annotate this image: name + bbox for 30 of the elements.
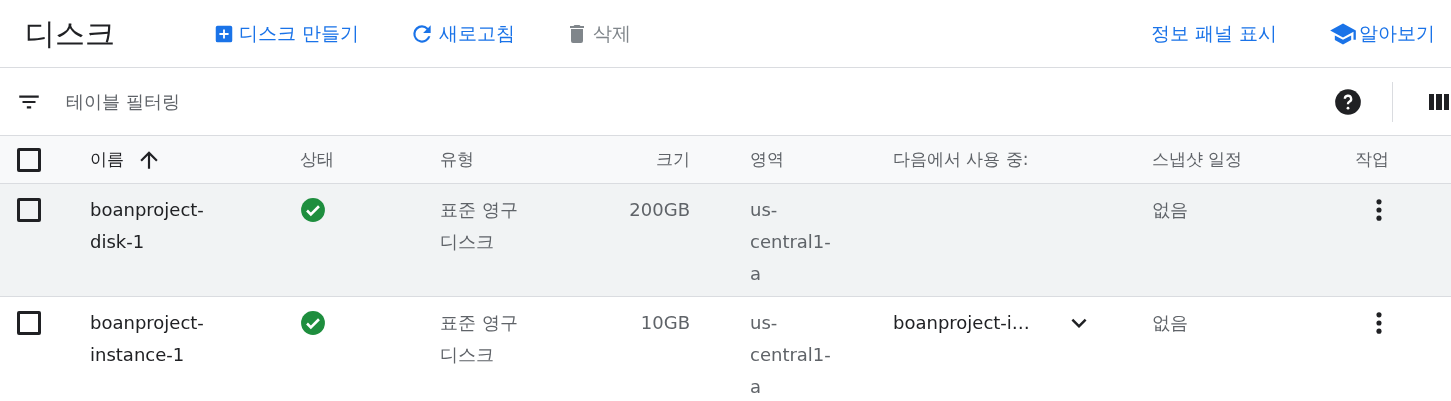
column-header[interactable]: 다음에서 사용 중: [893,146,1029,173]
checkbox[interactable] [17,198,41,222]
info-panel-button[interactable]: 정보 패널 표시 [1150,19,1277,48]
column-header[interactable]: 영역 [750,146,784,173]
help-icon[interactable] [1334,87,1362,116]
create-button[interactable]: 디스크 만들기 [213,19,360,48]
table-row[interactable]: boanproject-disk-1 표준 영구 디스크 200GB us-central1-a 없음 [0,184,1451,297]
column-header[interactable]: 유형 [440,146,474,173]
filter-field[interactable]: 테이블 필터링 [66,88,666,115]
refresh-button[interactable]: 새로고침 [409,19,516,48]
snapshot-text: 없음 [1152,199,1188,220]
zone-text: us-central1-a [750,311,832,399]
disk-name[interactable]: boanproject-instance-1 [90,307,230,371]
column-header[interactable]: 상태 [300,146,334,173]
disk-name[interactable]: boanproject-disk-1 [90,194,230,258]
zone-text: us-central1-a [750,198,832,286]
type-text: 표준 영구 디스크 [440,311,519,367]
size-text: 200GB [629,198,690,222]
in-use-text: boanproject-i… [893,311,1030,335]
column-header[interactable]: 작업 [1355,146,1389,173]
snapshot-text: 없음 [1152,312,1188,333]
size-text: 10GB [640,311,690,335]
column-header[interactable]: 이름 [90,146,124,173]
column-header[interactable]: 스냅샷 일정 [1152,146,1243,173]
page-title: 디스크 [25,15,116,53]
checkbox[interactable] [17,147,41,172]
type-text: 표준 영구 디스크 [440,198,519,254]
checkbox[interactable] [17,311,41,335]
learn-button[interactable]: 알아보기 [1329,19,1435,48]
column-header[interactable]: 크기 [656,146,690,173]
